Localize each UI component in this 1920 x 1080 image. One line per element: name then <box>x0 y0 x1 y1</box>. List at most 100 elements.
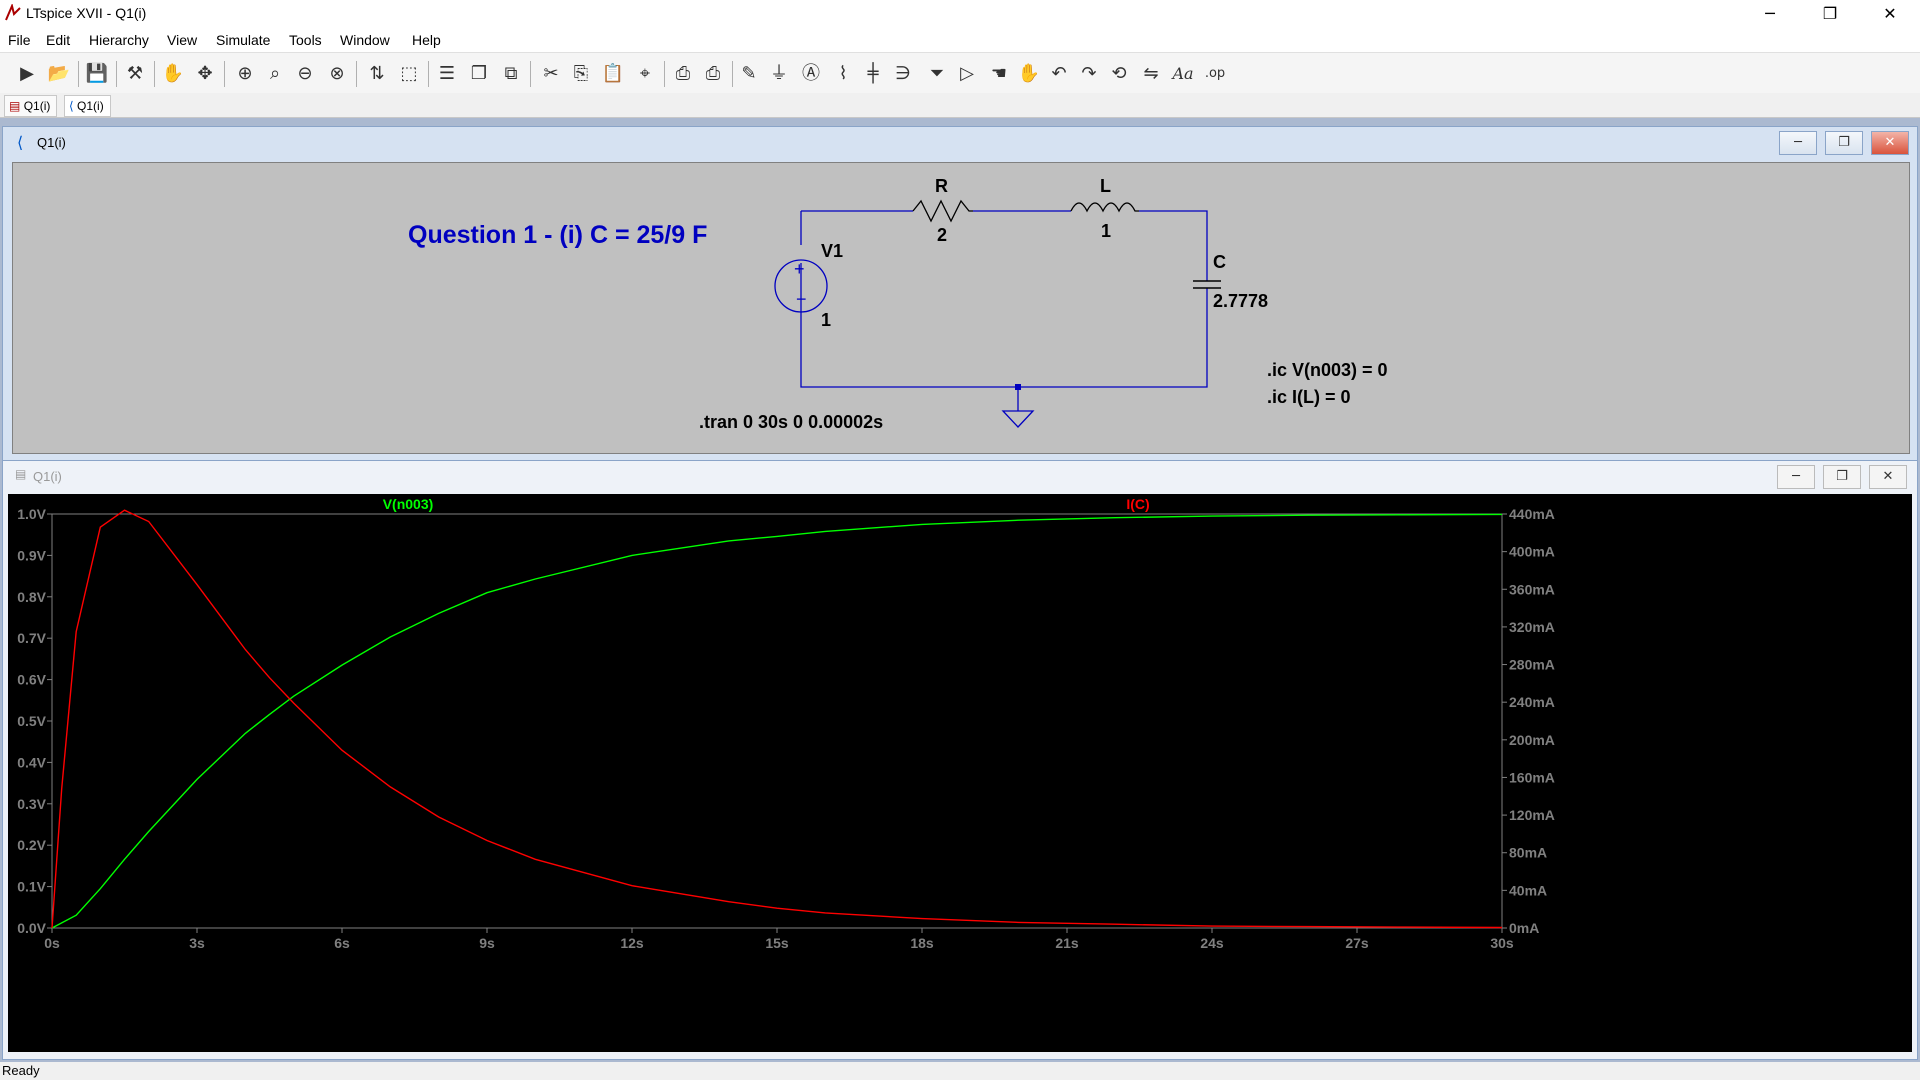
left-tick-label: 0.4V <box>17 754 46 770</box>
menu-edit[interactable]: Edit <box>46 32 70 48</box>
restore-schematic-button[interactable]: ❐ <box>1825 131 1863 155</box>
schematic-drawing: + − Question 1 - (i) C = 25/9 F V1 1 R 2… <box>408 176 1388 432</box>
run-icon[interactable]: ▶ <box>14 61 40 87</box>
left-tick-label: 0.0V <box>17 920 46 936</box>
drag-icon[interactable]: ✋ <box>1016 61 1042 87</box>
ic-directive-voltage[interactable]: .ic V(n003) = 0 <box>1267 360 1388 380</box>
undo-icon[interactable]: ↶ <box>1046 61 1072 87</box>
cascade-icon[interactable]: ❐ <box>466 61 492 87</box>
restore-window-button[interactable]: ❐ <box>1800 0 1860 28</box>
zoom-full-icon[interactable]: ⌕ <box>262 61 288 87</box>
right-tick-label: 40mA <box>1509 882 1547 898</box>
waveform-plot[interactable]: 0s 3s 6s 9s 12s 15s 18s 21s 24s 27s 30s 0.0V 0.1V 0.2… <box>8 494 1912 1052</box>
x-tick-label: 6s <box>334 935 350 951</box>
resistor-icon[interactable]: ⌇ <box>830 61 856 87</box>
menu-window[interactable]: Window <box>340 32 390 48</box>
status-text: Ready <box>2 1063 40 1078</box>
tab-waveform[interactable]: ▤ Q1(i) <box>4 95 58 117</box>
close-window-button[interactable]: ✕ <box>1860 0 1920 28</box>
x-tick-label: 3s <box>189 935 205 951</box>
pan-icon[interactable]: ✥ <box>192 61 218 87</box>
schematic-icon: ⟨ <box>69 99 74 113</box>
schematic-heading: Question 1 - (i) C = 25/9 F <box>408 221 707 249</box>
move-icon[interactable]: ☚ <box>986 61 1012 87</box>
text-icon[interactable]: Aa <box>1170 61 1196 87</box>
zoom-out-icon[interactable]: ⊖ <box>292 61 318 87</box>
ic-directive-current[interactable]: .ic I(L) = 0 <box>1267 387 1351 407</box>
x-tick-label: 9s <box>479 935 495 951</box>
left-tick-label: 0.9V <box>17 547 46 563</box>
menu-view[interactable]: View <box>167 32 197 48</box>
menu-tools[interactable]: Tools <box>289 32 322 48</box>
minimize-plot-button[interactable]: ─ <box>1777 465 1815 489</box>
draw-wire-icon[interactable]: ✎ <box>736 61 762 87</box>
plot-window-titlebar: ▤ Q1(i) ─ ❐ ✕ <box>3 461 1917 491</box>
halt-icon[interactable]: ✋ <box>160 61 186 87</box>
svg-text:+: + <box>794 259 805 279</box>
v1-value: 1 <box>821 310 831 330</box>
close-all-icon[interactable]: ⧉ <box>498 61 524 87</box>
r-name: R <box>935 176 948 196</box>
svg-text:−: − <box>796 289 807 309</box>
wires <box>800 210 1208 411</box>
autorange-icon[interactable]: ⇅ <box>364 61 390 87</box>
inductor-icon[interactable]: ∋ <box>890 61 916 87</box>
ltspice-logo-icon <box>5 4 21 21</box>
x-tick-label: 18s <box>910 935 934 951</box>
series-legend-label: I(C) <box>1126 496 1149 512</box>
x-tick-label: 27s <box>1345 935 1369 951</box>
component-icon[interactable]: ▷ <box>954 61 980 87</box>
control-panel-icon[interactable]: ⚒ <box>122 61 148 87</box>
copy-icon[interactable]: ⎘ <box>568 61 594 87</box>
edit-plot-icon[interactable]: ⬚ <box>396 61 422 87</box>
left-tick-label: 0.6V <box>17 672 46 688</box>
resistor-r[interactable] <box>912 199 973 223</box>
capacitor-icon[interactable]: ╪ <box>860 61 886 87</box>
menu-help[interactable]: Help <box>412 32 441 48</box>
tran-directive[interactable]: .tran 0 30s 0 0.00002s <box>699 412 883 432</box>
tile-horizontal-icon[interactable]: ☰ <box>434 61 460 87</box>
zoom-cancel-icon[interactable]: ⊗ <box>324 61 350 87</box>
inductor-l[interactable] <box>1070 202 1139 213</box>
menu-hierarchy[interactable]: Hierarchy <box>89 32 149 48</box>
plot-frame <box>51 513 1503 929</box>
mirror-icon[interactable]: ⇋ <box>1138 61 1164 87</box>
x-tick-label: 30s <box>1490 935 1514 951</box>
minimize-schematic-button[interactable]: ─ <box>1779 131 1817 155</box>
capacitor-c[interactable] <box>1193 280 1221 289</box>
right-tick-label: 280mA <box>1509 657 1555 673</box>
schematic-canvas[interactable]: + − Question 1 - (i) C = 25/9 F V1 1 R 2… <box>12 162 1910 454</box>
x-tick-label: 0s <box>44 935 60 951</box>
open-icon[interactable]: 📂 <box>46 61 72 87</box>
zoom-in-icon[interactable]: ⊕ <box>232 61 258 87</box>
rotate-icon[interactable]: ⟲ <box>1106 61 1132 87</box>
tab-label: Q1(i) <box>77 99 104 113</box>
diode-icon[interactable]: ⏷ <box>924 61 950 87</box>
ground-icon[interactable]: ⏚ <box>766 61 792 87</box>
print-icon[interactable]: ⎙ <box>670 61 696 87</box>
waveform-chart: 0s 3s 6s 9s 12s 15s 18s 21s 24s 27s 30s 0.0V 0.1V 0.2… <box>17 496 1555 951</box>
find-icon[interactable]: ⌖ <box>632 61 658 87</box>
restore-plot-button[interactable]: ❐ <box>1823 465 1861 489</box>
label-net-icon[interactable]: Ⓐ <box>798 61 824 87</box>
tab-schematic[interactable]: ⟨ Q1(i) <box>64 95 111 117</box>
save-icon[interactable]: 💾 <box>84 61 110 87</box>
minimize-window-button[interactable]: ─ <box>1740 0 1800 28</box>
waveform-icon: ▤ <box>9 99 21 113</box>
redo-icon[interactable]: ↷ <box>1076 61 1102 87</box>
print-setup-icon[interactable]: ⎙ <box>700 61 726 87</box>
schematic-window-title: Q1(i) <box>37 135 66 150</box>
close-schematic-button[interactable]: ✕ <box>1871 131 1909 155</box>
menu-file[interactable]: File <box>8 32 31 48</box>
right-tick-label: 80mA <box>1509 845 1547 861</box>
spice-directive-icon[interactable]: .op <box>1202 61 1228 87</box>
c-name: C <box>1213 252 1226 272</box>
menu-simulate[interactable]: Simulate <box>216 32 270 48</box>
right-tick-label: 120mA <box>1509 807 1555 823</box>
close-plot-button[interactable]: ✕ <box>1869 465 1907 489</box>
paste-icon[interactable]: 📋 <box>600 61 626 87</box>
left-tick-label: 0.1V <box>17 879 46 895</box>
series-legend-label: V(n003) <box>383 496 434 512</box>
title-bar: LTspice XVII - Q1(i) ─ ❐ ✕ <box>0 0 1920 28</box>
cut-icon[interactable]: ✂ <box>538 61 564 87</box>
